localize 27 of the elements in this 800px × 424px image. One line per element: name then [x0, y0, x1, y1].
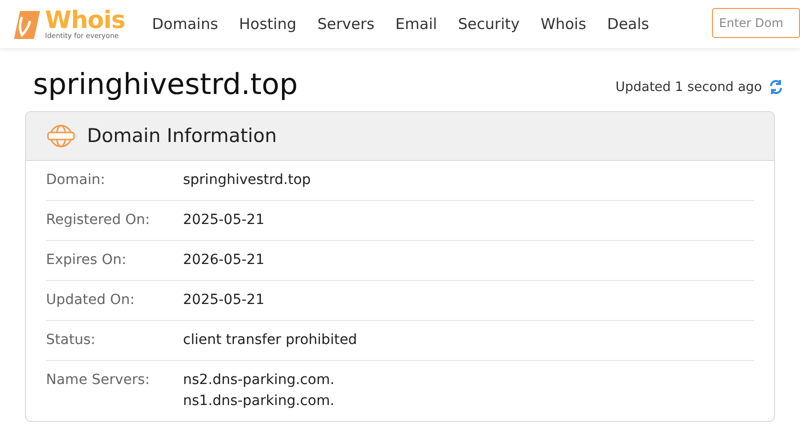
field-label: Registered On: [46, 211, 151, 230]
nav-link[interactable]: Whois [540, 12, 586, 36]
refresh-icon[interactable] [768, 79, 784, 96]
card-title: Domain Information [87, 124, 277, 149]
field-value: ns2.dns-parking.com. [183, 371, 334, 390]
page-title: springhivestrd.top [33, 70, 298, 99]
field-value: 2025-05-21 [183, 291, 264, 310]
nav-link[interactable]: Domains [152, 12, 218, 36]
nav-link[interactable]: Hosting [239, 12, 296, 36]
field-label: Status: [46, 331, 96, 350]
field-value: client transfer prohibited [183, 331, 358, 350]
nav-link[interactable]: Deals [607, 12, 650, 36]
field-label: Domain: [46, 171, 106, 190]
field-label: Updated On: [46, 291, 136, 310]
globe-icon [47, 124, 75, 148]
field-value: 2026-05-21 [183, 251, 264, 270]
field-value: ns1.dns-parking.com. [183, 392, 334, 411]
field-value: 2025-05-21 [183, 211, 264, 230]
logo-wordmark: Whois [45, 8, 126, 32]
field-label: Expires On: [46, 251, 128, 270]
nav-link[interactable]: Servers [317, 12, 374, 36]
field-value: springhivestrd.top [183, 171, 311, 190]
nav-link[interactable]: Security [458, 12, 520, 36]
domain-search-field[interactable]: Enter Dom [712, 8, 800, 38]
field-label: Name Servers: [46, 371, 151, 390]
nav-link[interactable]: Email [395, 12, 438, 36]
updated-text: Updated 1 second ago [615, 78, 762, 96]
